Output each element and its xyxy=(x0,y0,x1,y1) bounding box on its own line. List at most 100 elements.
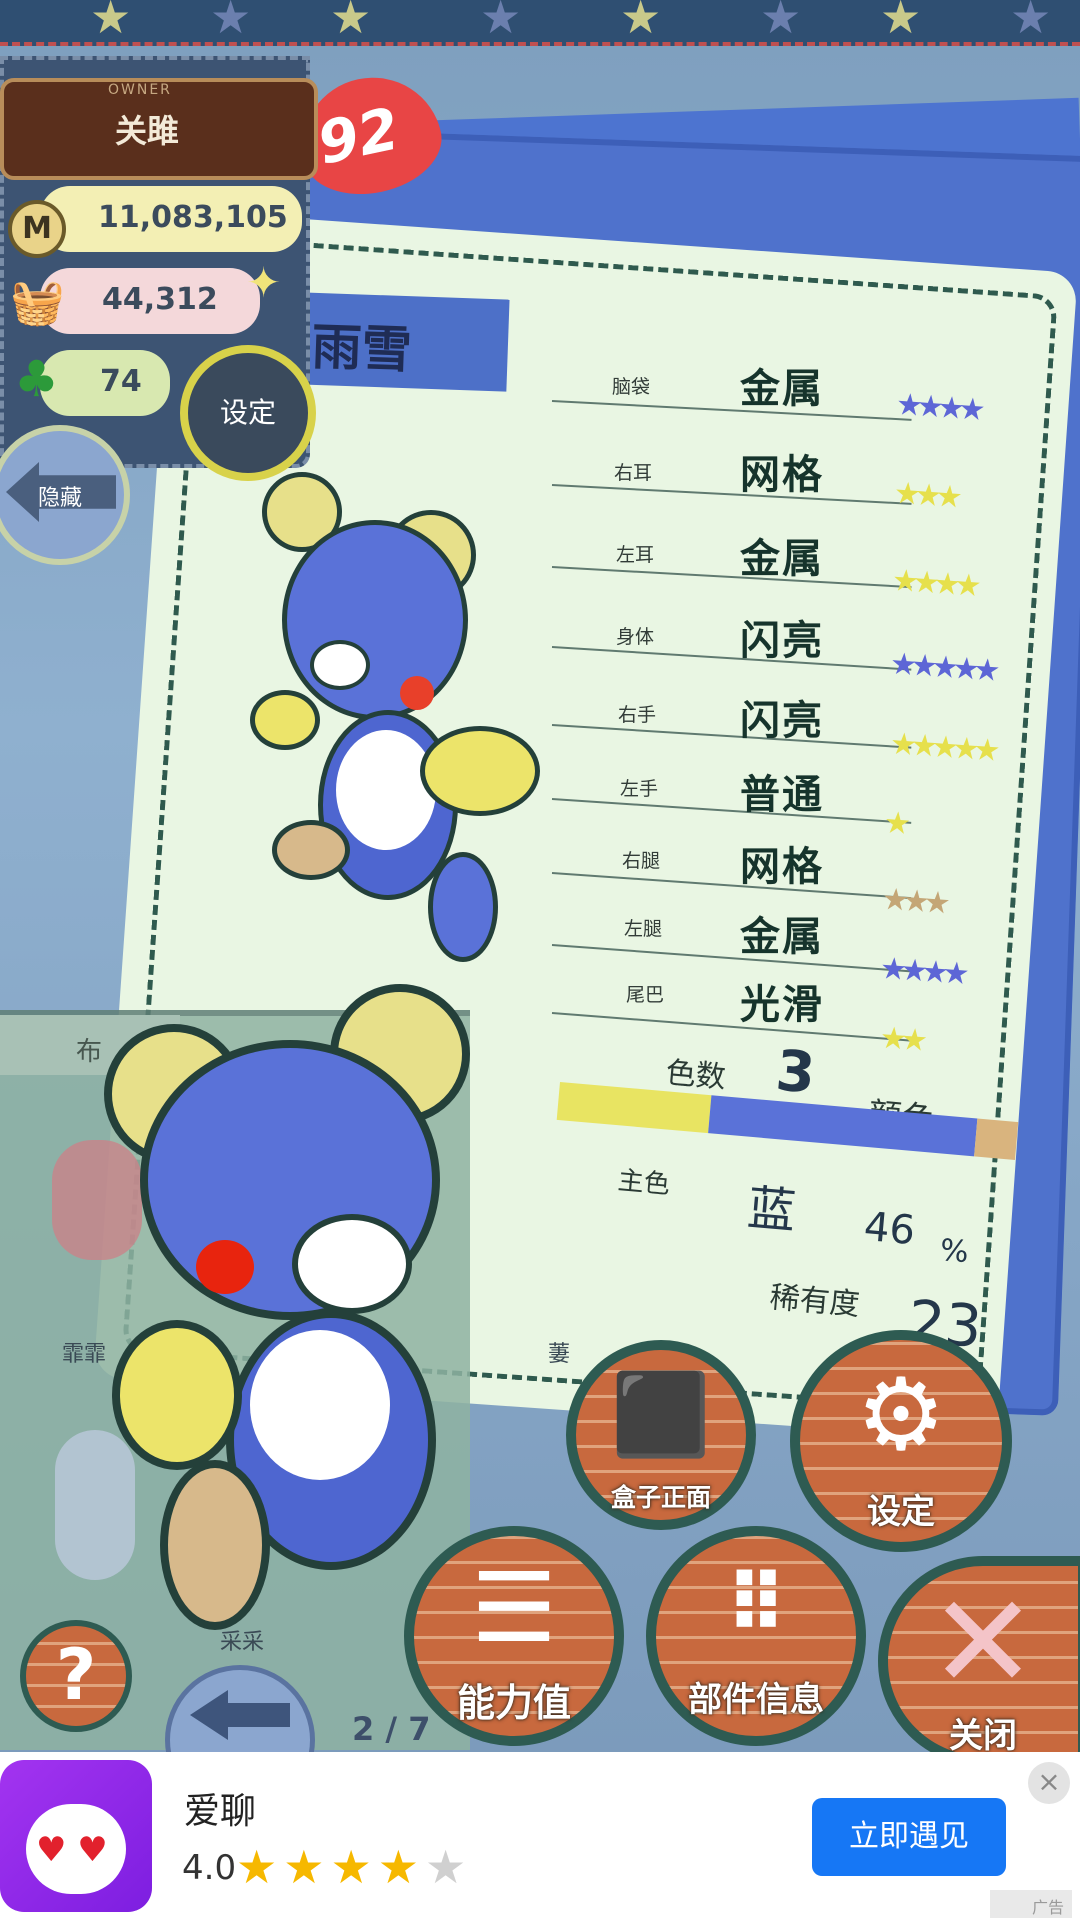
box-front-button[interactable]: ⬛ 盒子正面 xyxy=(566,1340,756,1530)
owner-settings-button[interactable]: 设定 xyxy=(180,345,316,481)
settings-label: 设定 xyxy=(867,1492,935,1532)
ad-rating-stars: ★★★★★ xyxy=(236,1840,472,1894)
star-decoration-icon: ★ xyxy=(480,0,522,44)
money-counter: 11,083,105 xyxy=(40,186,302,252)
big-bear-snout xyxy=(292,1214,412,1314)
owner-settings-label: 设定 xyxy=(219,396,276,429)
part-star-rating: ★★★★ xyxy=(894,387,981,428)
clover-counter: 74 xyxy=(40,350,170,416)
color-count-value: 3 xyxy=(773,1038,818,1107)
box-front-label: 盒子正面 xyxy=(610,1483,711,1512)
part-label: 脑袋 xyxy=(612,376,651,398)
color-segment xyxy=(973,1118,1019,1160)
top-star-strip: ★ ★ ★ ★ ★ ★ ★ ★ xyxy=(0,0,1080,46)
bear-left-hand xyxy=(250,690,320,750)
heart-eyes-icon: ♥ ♥ xyxy=(36,1830,108,1870)
parts-icon: ⠿ xyxy=(724,1558,788,1651)
star-decoration-icon: ★ xyxy=(620,0,662,44)
part-label: 左腿 xyxy=(624,918,663,940)
star-decoration-icon: ★ xyxy=(90,0,132,44)
bear-right-leg xyxy=(272,820,350,880)
doll-thumbnail-label: 采采 xyxy=(220,1630,265,1655)
part-material: 网格 xyxy=(740,452,824,498)
clover-icon: ♣ xyxy=(14,350,59,408)
part-star-rating: ★★★ xyxy=(892,475,958,516)
box-icon: ⬛ xyxy=(611,1368,711,1461)
owner-caption: OWNER xyxy=(108,82,172,98)
close-button[interactable]: ✕ 关闭 xyxy=(878,1556,1080,1766)
part-label: 左手 xyxy=(620,778,659,800)
part-material: 普通 xyxy=(740,772,824,818)
doll-thumbnail[interactable] xyxy=(52,1140,142,1260)
stats-button[interactable]: ☰ 能力值 xyxy=(404,1526,624,1746)
bear-snout xyxy=(310,640,370,690)
ad-cta-button[interactable]: 立即遇见 xyxy=(812,1798,1006,1876)
page-indicator: 2 / 7 xyxy=(352,1710,431,1748)
part-label: 左耳 xyxy=(616,544,655,566)
rating-star-icon: ★ xyxy=(425,1840,473,1894)
main-color-label: 主色 xyxy=(616,1165,672,1201)
doll-thumbnail[interactable] xyxy=(55,1430,135,1580)
part-star-rating: ★★★★ xyxy=(890,563,977,604)
coin-icon: M xyxy=(8,200,66,258)
star-decoration-icon: ★ xyxy=(1010,0,1052,44)
part-star-rating: ★★★ xyxy=(880,881,946,922)
parts-info-label: 部件信息 xyxy=(688,1680,824,1720)
part-star-rating: ★★★★★ xyxy=(888,726,996,769)
bear-head xyxy=(282,520,468,720)
parts-info-button[interactable]: ⠿ 部件信息 xyxy=(646,1526,866,1746)
big-bear-right-leg xyxy=(160,1460,270,1630)
star-decoration-icon: ★ xyxy=(760,0,802,44)
part-star-rating: ★ xyxy=(882,805,907,842)
star-decoration-icon: ★ xyxy=(330,0,372,44)
ad-app-title[interactable]: 爱聊 xyxy=(184,1782,256,1834)
ad-mark: 广告 xyxy=(990,1890,1072,1918)
basket-icon: 🧺 xyxy=(10,277,65,328)
bear-belly xyxy=(336,730,436,850)
star-decoration-icon: ★ xyxy=(880,0,922,44)
part-material: 金属 xyxy=(740,366,824,412)
rating-star-icon: ★ xyxy=(330,1840,378,1894)
food-counter: 44,312 xyxy=(40,268,260,334)
app-icon[interactable]: ♥ ♥ xyxy=(0,1760,152,1912)
rating-star-icon: ★ xyxy=(236,1840,284,1894)
bear-left-leg xyxy=(428,852,498,962)
list-icon: ☰ xyxy=(470,1552,558,1664)
part-star-rating: ★★★★★ xyxy=(888,646,996,689)
part-material: 闪亮 xyxy=(740,618,824,664)
part-label: 身体 xyxy=(616,626,655,648)
part-material: 闪亮 xyxy=(740,698,824,744)
settings-button[interactable]: ⚙ 设定 xyxy=(790,1330,1012,1552)
ad-close-button[interactable]: × xyxy=(1028,1762,1070,1804)
bear-right-hand xyxy=(420,726,540,816)
rating-star-icon: ★ xyxy=(283,1840,331,1894)
part-label: 右腿 xyxy=(622,850,661,872)
help-button[interactable]: ? xyxy=(20,1620,132,1732)
main-color-value: 蓝 xyxy=(745,1179,798,1240)
doll-thumbnail-label: 萋 xyxy=(548,1342,571,1367)
sparkle-icon: ✦ xyxy=(246,258,282,307)
part-material: 网格 xyxy=(740,844,824,890)
color-count-label: 色数 xyxy=(664,1055,728,1096)
part-label: 右手 xyxy=(618,704,657,726)
stats-label: 能力值 xyxy=(456,1681,571,1725)
ad-rating-value: 4.0 xyxy=(182,1848,237,1888)
part-material: 金属 xyxy=(740,914,824,960)
gear-icon: ⚙ xyxy=(856,1356,946,1473)
close-icon: ✕ xyxy=(928,1566,1038,1718)
part-material: 光滑 xyxy=(740,982,824,1028)
part-star-rating: ★★ xyxy=(878,1020,923,1059)
bear-cheek xyxy=(400,676,434,710)
rarity-label: 稀有度 xyxy=(768,1280,862,1323)
main-color-percent: 46 xyxy=(862,1203,917,1255)
part-label: 尾巴 xyxy=(626,984,665,1006)
doll-name-banner: 雨雪 xyxy=(298,292,510,392)
owner-name: 关雎 xyxy=(115,112,180,150)
big-bear-right-hand xyxy=(112,1320,242,1470)
part-label: 右耳 xyxy=(614,462,653,484)
doll-list-tab-label: 布 xyxy=(76,1037,103,1067)
percent-sign: % xyxy=(938,1232,970,1271)
big-bear-belly xyxy=(250,1330,390,1480)
hide-button-label: 隐藏 xyxy=(38,486,83,511)
part-material: 金属 xyxy=(740,536,824,582)
